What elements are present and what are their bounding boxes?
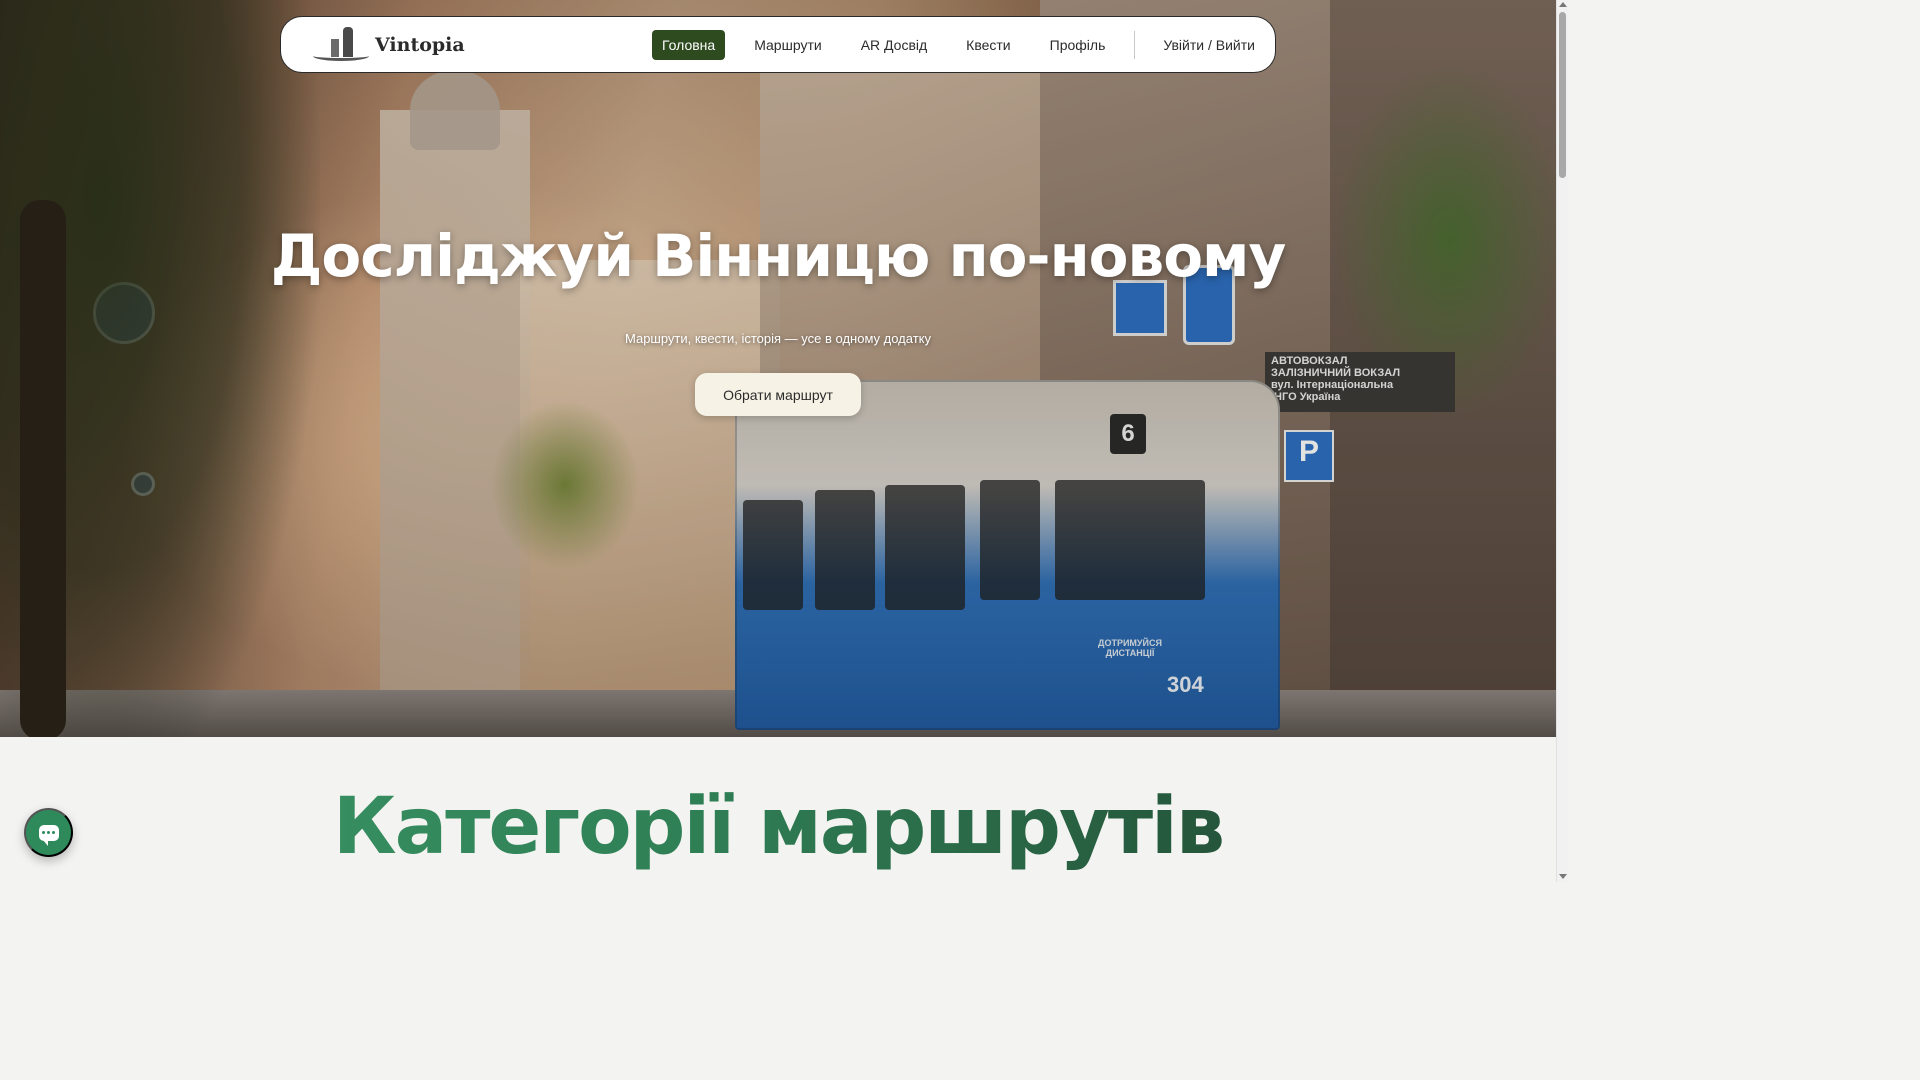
hero-section: АВТОВОКЗАЛ ЗАЛІЗНИЧНИЙ ВОКЗАЛ вул. Інтер…	[0, 0, 1556, 737]
nav-item-routes[interactable]: Маршрути	[744, 30, 831, 60]
choose-route-button[interactable]: Обрати маршрут	[695, 373, 861, 416]
nav-item-quests[interactable]: Квести	[956, 30, 1020, 60]
top-navbar: Vintopia Головна Маршрути AR Досвід Квес…	[280, 16, 1276, 73]
nav-item-ar-experience[interactable]: AR Досвід	[851, 30, 937, 60]
hero-overlay	[0, 0, 1556, 737]
nav-item-login-logout[interactable]: Увійти / Вийти	[1153, 30, 1265, 60]
hero-title: Досліджуй Вінницю по-новому	[270, 222, 1287, 290]
categories-title: Категорії маршрутів	[0, 782, 1556, 872]
chat-dot	[47, 831, 50, 834]
chat-bubble-icon	[38, 824, 59, 846]
hero-subtitle: Маршрути, квести, історія — усе в одному…	[624, 331, 931, 346]
scrollbar-thumb[interactable]	[1559, 12, 1566, 178]
nav-menu: Головна Маршрути AR Досвід Квести Профіл…	[652, 30, 1265, 60]
nav-item-home[interactable]: Головна	[652, 30, 726, 60]
chat-dot	[52, 831, 55, 834]
chat-button[interactable]	[24, 808, 73, 857]
page-scrollbar[interactable]	[1556, 0, 1568, 882]
nav-item-profile[interactable]: Профіль	[1040, 30, 1116, 60]
scroll-down-arrow-icon[interactable]	[1559, 874, 1567, 879]
nav-divider	[1134, 31, 1136, 59]
logo-icon	[313, 27, 369, 63]
chat-dot	[42, 831, 45, 834]
brand-name: Vintopia	[375, 34, 465, 56]
brand-logo[interactable]: Vintopia	[313, 27, 465, 63]
logo-book-shape	[313, 51, 369, 61]
scroll-up-arrow-icon[interactable]	[1559, 2, 1567, 7]
